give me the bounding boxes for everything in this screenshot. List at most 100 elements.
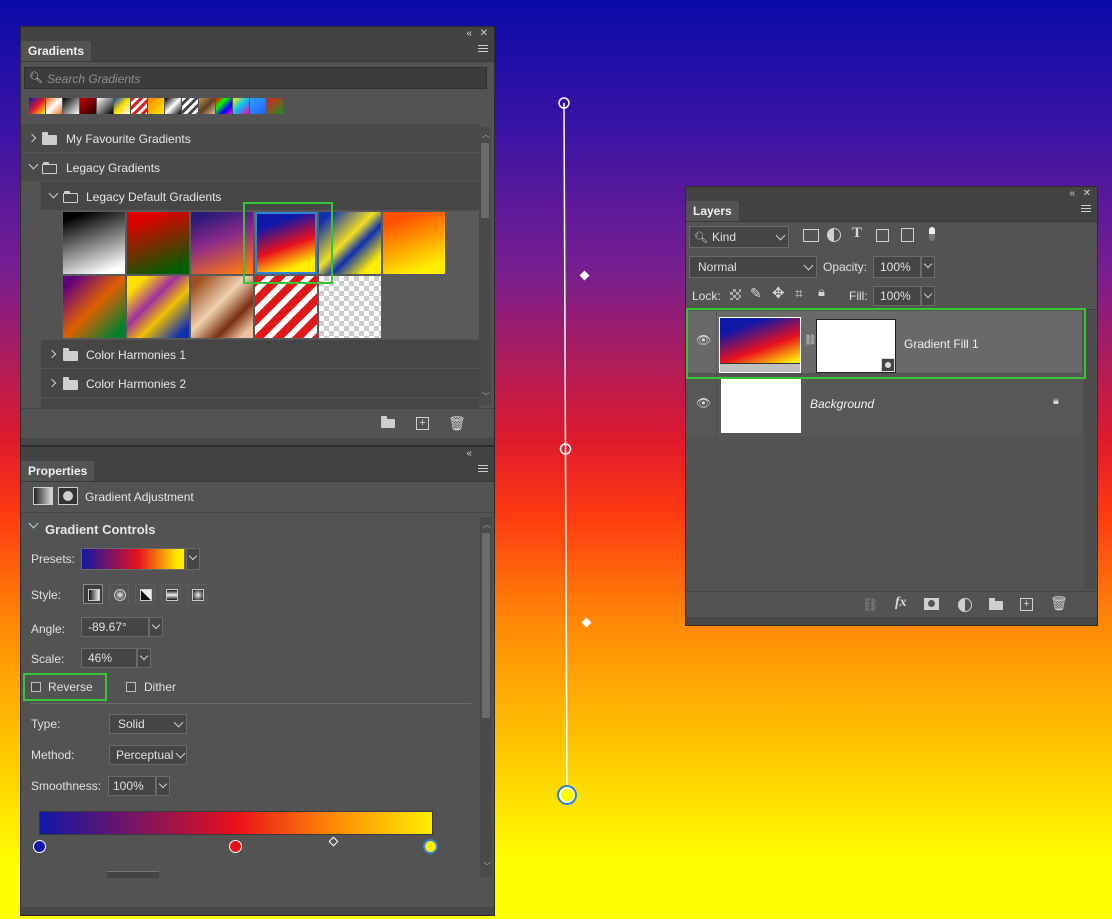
scale-dropdown-button[interactable] (137, 648, 151, 668)
lock-image-icon[interactable]: ✎ (750, 285, 762, 302)
method-dropdown[interactable]: Perceptual (109, 745, 187, 765)
presets-gradient-picker[interactable] (81, 548, 185, 570)
trash-icon[interactable]: 🗑︎ (448, 415, 466, 432)
scale-input[interactable]: 46% (81, 648, 137, 668)
folder-row-harmonies-2[interactable]: Color Harmonies 2 (41, 369, 479, 397)
folder-row-favourites[interactable]: My Favourite Gradients (21, 124, 479, 152)
background-layer-thumbnail[interactable] (721, 379, 801, 433)
recent-swatch[interactable] (148, 98, 164, 114)
new-gradient-icon[interactable]: + (416, 417, 429, 430)
scroll-thumb[interactable] (482, 533, 490, 718)
collapse-panel-icon[interactable]: « (1069, 188, 1075, 199)
resize-grip[interactable] (21, 438, 494, 445)
radial-style-button[interactable] (109, 584, 129, 604)
tab-properties[interactable]: Properties (21, 461, 95, 481)
chevron-down-icon[interactable] (48, 188, 59, 199)
filter-toggle-icon[interactable] (929, 227, 935, 241)
trash-icon[interactable]: 🗑︎ (1050, 595, 1068, 612)
recent-swatch[interactable] (233, 98, 249, 114)
angle-style-button[interactable] (135, 584, 155, 604)
pixel-filter-icon[interactable] (803, 229, 819, 242)
scroll-up-arrow[interactable]: ︿ (483, 519, 491, 530)
recent-swatch[interactable] (165, 98, 181, 114)
recent-swatch[interactable] (182, 98, 198, 114)
angle-dropdown-button[interactable] (149, 617, 163, 637)
panel-menu-icon[interactable] (1081, 205, 1091, 214)
lock-artboard-icon[interactable]: ⌗ (795, 285, 803, 302)
smoothness-dropdown-button[interactable] (156, 776, 170, 796)
panel-menu-icon[interactable] (478, 465, 488, 474)
chevron-down-icon[interactable] (28, 159, 39, 170)
gradient-swatch[interactable] (191, 276, 253, 338)
filter-kind-dropdown[interactable]: 🔍︎ Kind (689, 226, 789, 248)
collapse-panel-icon[interactable]: « (466, 448, 472, 459)
reverse-checkbox[interactable] (31, 682, 41, 692)
scroll-up-arrow[interactable]: ︿ (482, 129, 490, 140)
lock-all-icon[interactable]: 🔒︎ (818, 284, 825, 300)
tab-layers[interactable]: Layers (686, 201, 739, 221)
collapse-panel-icon[interactable]: « (466, 28, 472, 39)
presets-dropdown-button[interactable] (186, 548, 200, 570)
gradient-controls-section[interactable]: Gradient Controls (21, 517, 481, 537)
resize-grip[interactable] (686, 617, 1097, 625)
resize-grip[interactable] (21, 907, 494, 915)
chevron-right-icon[interactable] (47, 378, 57, 388)
search-input[interactable]: 🔍︎ Search Gradients (24, 67, 487, 89)
fill-input[interactable]: 100% (873, 286, 921, 306)
folder-row-legacy[interactable]: Legacy Gradients (21, 153, 479, 181)
color-stop-yellow[interactable] (423, 839, 438, 854)
recent-swatch[interactable] (267, 98, 283, 114)
recent-swatch[interactable] (63, 98, 79, 114)
gradient-swatch[interactable] (63, 276, 125, 338)
gradients-scrollbar[interactable]: ︿ ﹀ (479, 127, 491, 405)
angle-input[interactable]: -89.67° (81, 617, 149, 637)
tab-gradients[interactable]: Gradients (21, 41, 92, 61)
fx-icon[interactable]: fx (895, 595, 907, 611)
recent-swatch[interactable] (250, 98, 266, 114)
recent-swatch[interactable] (97, 98, 113, 114)
properties-scrollbar[interactable]: ︿ ﹀ (480, 517, 492, 877)
layer-row-background[interactable]: 👁︎ Background 🔒︎ (686, 375, 1082, 437)
type-filter-icon[interactable]: T (852, 225, 862, 242)
gradient-swatch[interactable] (63, 212, 125, 274)
lock-transparent-icon[interactable] (730, 289, 741, 300)
adjustment-filter-icon[interactable] (827, 228, 841, 242)
recent-swatch[interactable] (216, 98, 232, 114)
adjustment-icon[interactable] (958, 598, 972, 612)
recent-swatch[interactable] (29, 98, 45, 114)
close-panel-icon[interactable]: ✕ (1083, 188, 1091, 199)
reflected-style-button[interactable] (161, 584, 181, 604)
scroll-thumb[interactable] (481, 143, 489, 218)
recent-swatch[interactable] (46, 98, 62, 114)
link-icon[interactable]: ⛓︎ (862, 597, 879, 613)
recent-swatch[interactable] (131, 98, 147, 114)
recent-swatch[interactable] (199, 98, 215, 114)
fill-dropdown-button[interactable] (921, 286, 935, 306)
chevron-right-icon[interactable] (27, 133, 37, 143)
color-stop-blue[interactable] (33, 840, 46, 853)
chevron-down-icon[interactable] (28, 518, 39, 529)
recent-swatch[interactable] (80, 98, 96, 114)
gradient-midpoint-diamond-2[interactable] (581, 617, 592, 628)
mask-icon[interactable] (924, 598, 939, 610)
midpoint-diamond[interactable] (328, 836, 339, 847)
gradient-swatch[interactable] (319, 276, 381, 338)
gradient-swatch[interactable] (383, 212, 445, 274)
new-layer-icon[interactable]: + (1020, 598, 1033, 611)
close-panel-icon[interactable]: ✕ (480, 28, 488, 39)
dither-checkbox[interactable] (126, 682, 136, 692)
scroll-down-arrow[interactable]: ﹀ (483, 861, 491, 872)
gradient-swatch[interactable] (127, 276, 189, 338)
visibility-eye-icon[interactable]: 👁︎ (696, 396, 711, 410)
gradient-editor-bar[interactable] (39, 811, 433, 835)
gradient-midpoint-diamond-1[interactable] (579, 270, 590, 281)
scroll-down-arrow[interactable]: ﹀ (482, 391, 490, 402)
opacity-input[interactable]: 100% (873, 256, 921, 278)
diamond-style-button[interactable] (187, 584, 207, 604)
color-stop-red[interactable] (229, 840, 242, 853)
shape-filter-icon[interactable] (876, 229, 889, 242)
panel-menu-icon[interactable] (478, 45, 488, 54)
blend-mode-dropdown[interactable]: Normal (689, 256, 817, 278)
smart-object-filter-icon[interactable] (901, 228, 914, 242)
gradient-swatch[interactable] (255, 276, 317, 338)
